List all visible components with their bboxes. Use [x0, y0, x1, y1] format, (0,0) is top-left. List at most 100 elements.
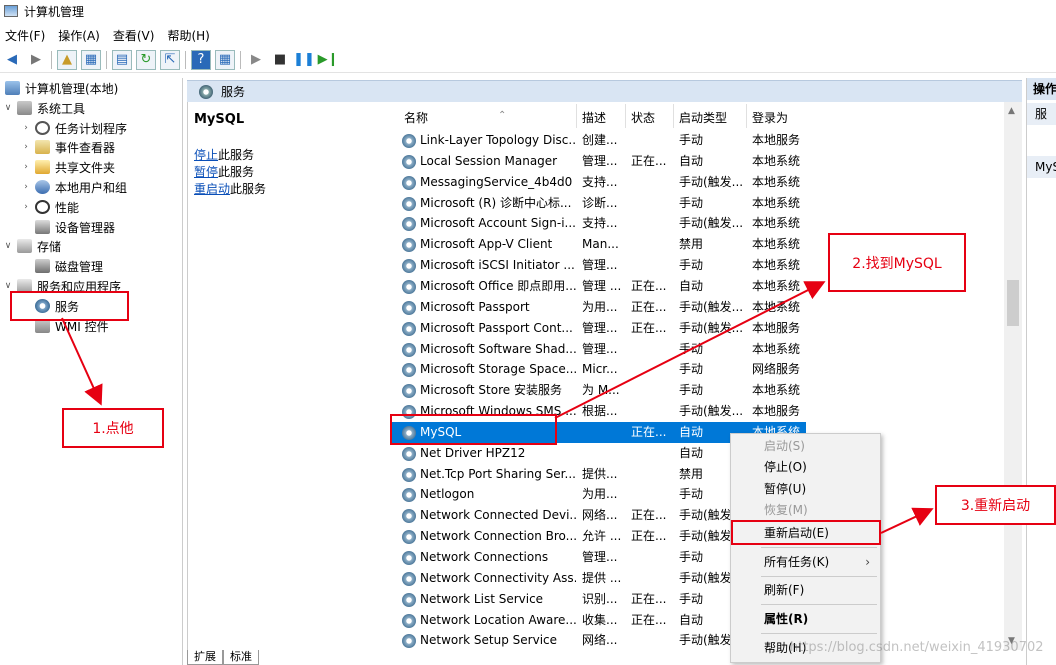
- service-desc: 网络...: [582, 633, 618, 648]
- gear-icon: [402, 175, 416, 190]
- tree-disk-management[interactable]: 磁盘管理: [32, 256, 103, 276]
- chevron-down-icon[interactable]: ∨: [2, 241, 14, 251]
- column-startup[interactable]: 启动类型: [679, 107, 727, 129]
- action-pane-mysql[interactable]: MySQL: [1027, 156, 1056, 178]
- refresh-icon[interactable]: ↻: [136, 49, 156, 70]
- service-desc: 提供 ...: [582, 570, 622, 585]
- chevron-right-icon[interactable]: ›: [20, 123, 32, 133]
- up-folder-icon[interactable]: ▲: [57, 49, 77, 70]
- column-desc[interactable]: 描述: [582, 107, 606, 129]
- service-row[interactable]: Link-Layer Topology Disc... 创建... 手动 本地服务: [390, 130, 806, 151]
- service-desc: 管理...: [582, 320, 618, 335]
- tree-label: 设备管理器: [55, 220, 116, 235]
- tree-root[interactable]: 计算机管理(本地): [2, 78, 118, 98]
- pause-service-line: 暂停此服务: [194, 164, 254, 181]
- service-startup: 手动: [679, 195, 704, 210]
- column-status[interactable]: 状态: [631, 107, 655, 129]
- service-name: Microsoft Office 即点即用...: [420, 278, 576, 293]
- ctx-refresh[interactable]: 刷新(F): [731, 580, 880, 601]
- tree-label: 系统工具: [37, 101, 86, 116]
- restart-icon[interactable]: ▶❙: [318, 50, 339, 70]
- tree-task-scheduler[interactable]: › 任务计划程序: [20, 118, 127, 138]
- help-icon[interactable]: ?: [191, 49, 211, 70]
- service-startup: 手动: [679, 133, 704, 147]
- tree-storage[interactable]: ∨ 存储: [2, 236, 61, 256]
- stop-service-line: 停止此服务: [194, 147, 254, 164]
- chevron-right-icon[interactable]: ›: [20, 202, 32, 212]
- tree-system-tools[interactable]: ∨ 系统工具: [2, 98, 85, 118]
- service-row[interactable]: Microsoft Passport Cont... 管理... 正在... 手动(触…: [390, 318, 806, 339]
- tree-shared-folders[interactable]: › 共享文件夹: [20, 157, 115, 177]
- ctx-pause[interactable]: 暂停(U): [731, 479, 880, 500]
- service-row[interactable]: Microsoft Storage Space... Micr... 手动 网络服务: [390, 359, 806, 380]
- chevron-right-icon[interactable]: ›: [20, 162, 32, 172]
- menu-view[interactable]: 查看(V): [108, 27, 163, 44]
- tree-device-manager[interactable]: 设备管理器: [32, 217, 115, 237]
- service-name: Netlogon: [420, 487, 475, 502]
- watermark: https://blog.csdn.net/weixin_41930702: [790, 640, 1044, 655]
- back-icon[interactable]: ◀: [2, 50, 22, 70]
- action-pane-services[interactable]: 服务: [1027, 103, 1056, 125]
- show-hide-tree-icon[interactable]: ▦: [81, 49, 101, 70]
- properties-icon[interactable]: ▤: [112, 49, 132, 70]
- chevron-right-icon[interactable]: ›: [20, 142, 32, 152]
- service-name: Net Driver HPZ12: [420, 445, 526, 460]
- service-row[interactable]: Local Session Manager 管理... 正在... 自动 本地系统: [390, 151, 806, 172]
- stop-service-link[interactable]: 停止: [194, 148, 218, 162]
- chevron-right-icon[interactable]: ›: [20, 182, 32, 192]
- forward-icon[interactable]: ▶: [26, 50, 46, 70]
- menu-file[interactable]: 文件(F): [0, 27, 53, 44]
- pause-service-link[interactable]: 暂停: [194, 165, 218, 179]
- tree-local-users[interactable]: › 本地用户和组: [20, 177, 127, 197]
- column-separator[interactable]: [673, 104, 674, 128]
- gear-icon: [402, 467, 416, 482]
- gear-icon: [402, 279, 416, 294]
- column-separator[interactable]: [576, 104, 577, 128]
- service-desc: 管理...: [582, 341, 618, 356]
- chevron-down-icon[interactable]: ∨: [2, 281, 14, 291]
- scroll-thumb[interactable]: [1007, 280, 1019, 326]
- tab-extended[interactable]: 扩展: [187, 650, 223, 665]
- service-row[interactable]: MessagingService_4b4d0 支持... 手动(触发... 本地系统: [390, 172, 806, 193]
- column-name[interactable]: 名称 ⌃: [404, 107, 506, 129]
- gear-icon: [199, 84, 213, 99]
- ctx-stop[interactable]: 停止(O): [731, 457, 880, 478]
- service-name: Microsoft Passport: [420, 299, 530, 314]
- column-separator[interactable]: [625, 104, 626, 128]
- ctx-all-tasks[interactable]: 所有任务(K) ›: [731, 552, 880, 573]
- ctx-resume[interactable]: 恢复(M): [731, 500, 880, 521]
- toolbar: ◀ ▶ ▲ ▦ ▤ ↻ ⇱ ? ▦ ▶ ■ ❚❚ ▶❙: [0, 47, 1056, 73]
- menu-action[interactable]: 操作(A): [53, 27, 108, 44]
- menu-help[interactable]: 帮助(H): [162, 27, 217, 44]
- tab-standard[interactable]: 标准: [223, 650, 259, 665]
- service-row[interactable]: Microsoft (R) 诊断中心标... 诊断... 手动 本地系统: [390, 193, 806, 214]
- service-row[interactable]: Microsoft Office 即点即用... 管理 ... 正在... 自动 本地系…: [390, 276, 806, 297]
- tree-performance[interactable]: › 性能: [20, 197, 79, 217]
- service-row[interactable]: Microsoft Store 安装服务 为 M... 手动 本地系统: [390, 380, 806, 401]
- tree-event-viewer[interactable]: › 事件查看器: [20, 137, 115, 157]
- shared-folder-icon: [35, 160, 50, 174]
- show-action-pane-icon[interactable]: ▦: [215, 49, 235, 70]
- column-separator[interactable]: [746, 104, 747, 128]
- pause-icon[interactable]: ❚❚: [293, 50, 315, 70]
- service-name: Microsoft App-V Client: [420, 237, 553, 252]
- chevron-down-icon[interactable]: ∨: [2, 103, 14, 113]
- ctx-start[interactable]: 启动(S): [731, 436, 880, 457]
- column-logon[interactable]: 登录为: [752, 107, 788, 129]
- scroll-up-icon[interactable]: ▲: [1008, 106, 1015, 116]
- service-status: 正在...: [631, 320, 667, 335]
- service-row[interactable]: Microsoft Software Shad... 管理... 手动 本地系统: [390, 339, 806, 360]
- stop-icon[interactable]: ■: [270, 50, 290, 70]
- service-row[interactable]: Microsoft App-V Client Man... 禁用 本地系统: [390, 234, 806, 255]
- service-row[interactable]: Microsoft Passport 为用... 正在... 手动(触发... 本地系统: [390, 297, 806, 318]
- users-icon: [35, 180, 50, 194]
- ctx-properties[interactable]: 属性(R): [731, 609, 880, 630]
- vertical-scrollbar[interactable]: ▲ ▼: [1004, 102, 1022, 650]
- service-row[interactable]: Microsoft iSCSI Initiator ... 管理... 手动 本地系统: [390, 255, 806, 276]
- tree-label: 性能: [55, 200, 80, 215]
- export-list-icon[interactable]: ⇱: [160, 49, 180, 70]
- restart-service-link[interactable]: 重启动: [194, 182, 230, 196]
- service-row[interactable]: Microsoft Account Sign-i... 支持... 手动(触发...…: [390, 213, 806, 234]
- play-icon[interactable]: ▶: [246, 50, 266, 70]
- services-header-title: 服务: [221, 85, 246, 99]
